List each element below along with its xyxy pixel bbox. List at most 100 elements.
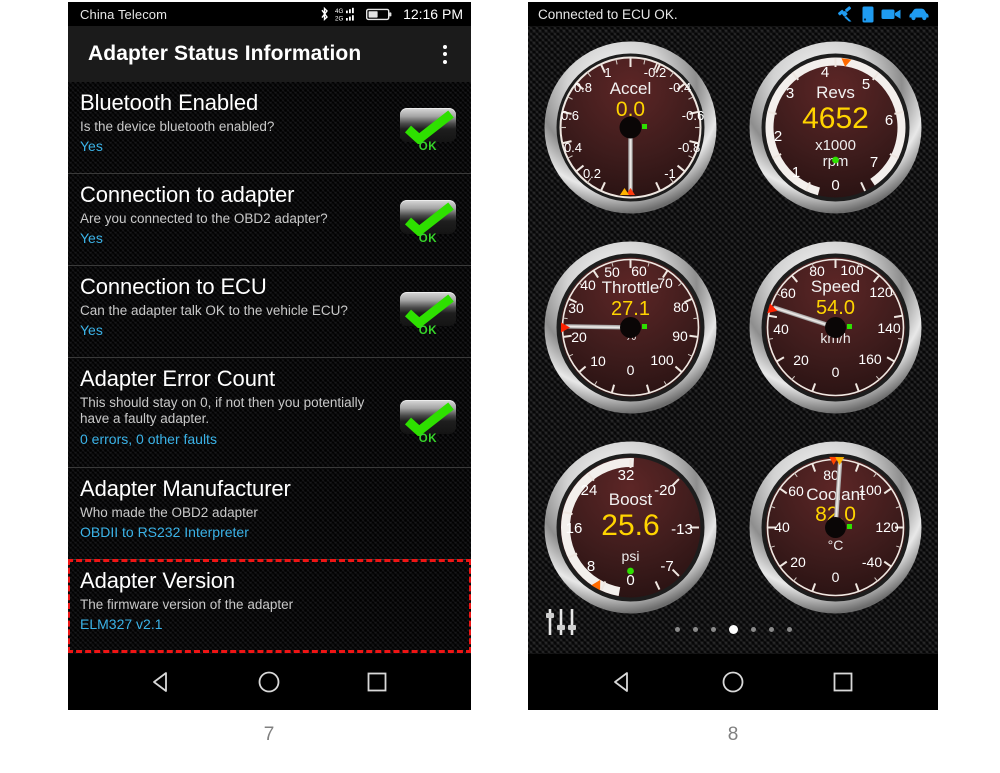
gauge-unit: °C — [828, 537, 844, 553]
connection-status-label: Connected to ECU OK. — [538, 6, 678, 22]
row-title: Adapter Version — [80, 568, 236, 593]
tick-label: 20 — [793, 352, 809, 368]
tick-label: -20 — [654, 482, 676, 499]
tick-label: 100 — [840, 262, 864, 278]
gauge-dashboard: 1 0.8 0.6 0.4 0.2 -0.2 -0.4 -0.6 -0.8 -1… — [528, 26, 938, 654]
recents-button[interactable] — [350, 660, 404, 704]
satellite-icon[interactable] — [837, 6, 855, 22]
gauge-throttle[interactable]: 0 10 20 30 40 50 60 70 80 90 100 Throttl… — [543, 240, 718, 415]
overflow-menu-icon[interactable] — [427, 34, 463, 74]
row-description: Who made the OBD2 adapter — [80, 504, 258, 520]
figure-page: China Telecom 4G 2G 12:16 PM Adapter Sta… — [0, 0, 1000, 773]
tick-label: -0.4 — [669, 80, 691, 95]
figure-caption-left: 7 — [263, 724, 275, 745]
row-title: Adapter Error Count — [80, 366, 275, 391]
svg-text:4G: 4G — [335, 8, 343, 15]
car-icon[interactable] — [908, 7, 930, 21]
tick-label: -13 — [671, 521, 693, 538]
indicator-dot — [642, 124, 647, 129]
status-badge-ok: OK — [397, 108, 459, 162]
tick-label: 6 — [885, 112, 893, 129]
page-dot[interactable] — [768, 627, 774, 632]
page-dot[interactable] — [750, 627, 756, 632]
gauge-name: Revs — [816, 83, 855, 102]
status-badge-ok: OK — [397, 200, 459, 254]
phone-icon[interactable] — [862, 6, 874, 23]
tick-label: -0.2 — [644, 65, 666, 80]
tick-label: 70 — [657, 275, 673, 291]
recents-button[interactable] — [816, 660, 870, 704]
tick-label: -1 — [664, 166, 676, 181]
tick-label: 0 — [626, 572, 634, 589]
badge-label: OK — [418, 233, 438, 245]
tick-label: 3 — [786, 85, 794, 102]
gauge-accel[interactable]: 1 0.8 0.6 0.4 0.2 -0.2 -0.4 -0.6 -0.8 -1… — [543, 40, 718, 215]
row-value: OBDII to RS232 Interpreter — [80, 524, 249, 541]
tick-label: 2 — [774, 128, 782, 145]
home-button[interactable] — [242, 660, 296, 704]
gauge-revs[interactable]: 0 1 2 3 4 5 6 7 Revs 4652 x1000 rpm — [748, 40, 923, 215]
adapter-status-list: Bluetooth Enabled Is the device bluetoot… — [68, 82, 471, 654]
signal-4g-2g-icon: 4G 2G — [335, 6, 361, 22]
dashboard-footer — [528, 602, 938, 648]
phone-screenshot-right: Connected to ECU OK. 1 0.8 0.6 0.4 0.2 -… — [528, 2, 938, 710]
page-dot[interactable] — [710, 627, 716, 632]
tick-label: 16 — [566, 520, 583, 537]
status-row-adapter-version[interactable]: Adapter Version The firmware version of … — [68, 559, 471, 653]
indicator-dot — [847, 324, 852, 329]
indicator-dot — [847, 524, 852, 529]
battery-icon — [366, 8, 392, 21]
tick-label: 20 — [790, 554, 806, 570]
tick-label: -7 — [660, 558, 673, 575]
check-icon — [404, 202, 454, 236]
tick-label: 0.4 — [564, 140, 582, 155]
status-row-connection-to-ecu[interactable]: Connection to ECU Can the adapter talk O… — [68, 266, 471, 358]
page-dot[interactable] — [692, 627, 698, 632]
status-row-connection-to-adapter[interactable]: Connection to adapter Are you connected … — [68, 174, 471, 266]
tick-label: 40 — [774, 519, 790, 535]
gauge-speed[interactable]: 0 20 40 60 80 100 120 140 160 Speed 54.0 — [748, 240, 923, 415]
recents-square-icon — [367, 672, 387, 692]
gauge-name: Throttle — [602, 278, 660, 297]
page-dot[interactable] — [786, 627, 792, 632]
app-bar: Adapter Status Information — [68, 26, 471, 82]
tick-label: 30 — [568, 300, 584, 316]
tick-label: 0.6 — [561, 108, 579, 123]
tick-label: 1 — [792, 164, 800, 181]
tick-label: 60 — [631, 263, 647, 279]
gauge-coolant[interactable]: 0 20 40 60 80 100 120 -40 Coolant 82.0 °… — [748, 440, 923, 615]
page-title: Adapter Status Information — [88, 42, 362, 65]
tick-label: 80 — [673, 299, 689, 315]
page-dot-active[interactable] — [728, 625, 738, 634]
check-icon — [404, 402, 454, 436]
gauge-value: 54.0 — [816, 297, 855, 319]
status-row-bluetooth-enabled[interactable]: Bluetooth Enabled Is the device bluetoot… — [68, 82, 471, 174]
indicator-dot — [832, 156, 839, 164]
tick-label: 10 — [590, 353, 606, 369]
home-circle-icon — [722, 671, 744, 693]
status-row-adapter-manufacturer[interactable]: Adapter Manufacturer Who made the OBD2 a… — [68, 468, 471, 560]
gauge-grid: 1 0.8 0.6 0.4 0.2 -0.2 -0.4 -0.6 -0.8 -1… — [528, 40, 938, 640]
gauge-name: Accel — [610, 79, 652, 98]
figure-caption-right: 8 — [727, 724, 739, 745]
tick-label: 5 — [862, 76, 870, 93]
tick-label: 0.8 — [574, 80, 592, 95]
gauge-unit: psi — [622, 548, 640, 564]
tick-label: 4 — [821, 64, 829, 81]
gauge-boost[interactable]: 0 8 16 24 32 -20 -13 -7 Boost 25.6 psi — [543, 440, 718, 615]
gauge-value: 4652 — [802, 102, 869, 135]
home-button[interactable] — [706, 660, 760, 704]
status-row-adapter-error-count[interactable]: Adapter Error Count This should stay on … — [68, 358, 471, 468]
tick-label: 7 — [870, 154, 878, 171]
page-indicator-dots[interactable] — [528, 625, 938, 634]
tick-label: 40 — [580, 277, 596, 293]
back-triangle-icon — [614, 672, 628, 692]
back-button[interactable] — [596, 660, 650, 704]
tick-label: 140 — [877, 320, 901, 336]
page-dot[interactable] — [674, 627, 680, 632]
tick-label: 90 — [672, 328, 688, 344]
tick-label: 0 — [831, 177, 839, 194]
dashboard-status-bar: Connected to ECU OK. — [528, 2, 938, 26]
camera-icon[interactable] — [881, 7, 901, 21]
back-button[interactable] — [135, 660, 189, 704]
